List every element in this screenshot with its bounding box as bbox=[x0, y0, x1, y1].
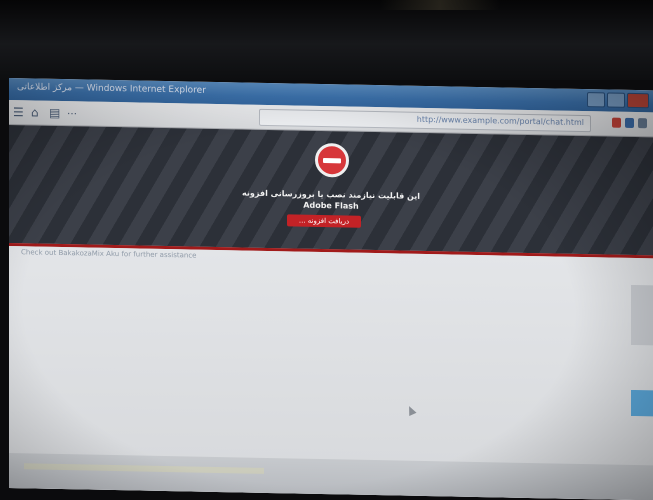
window-title: مرکز اطلاعاتی — Windows Internet Explore… bbox=[17, 82, 206, 96]
favorites-icon[interactable]: ▤ bbox=[49, 106, 60, 120]
close-button[interactable] bbox=[627, 92, 649, 109]
get-plugin-button[interactable]: دریافت افزونه ... bbox=[287, 214, 361, 228]
blocked-icon bbox=[315, 142, 349, 178]
monitor-screen: مرکز اطلاعاتی — Windows Internet Explore… bbox=[9, 78, 653, 500]
address-text: http://www.example.com/portal/chat.html bbox=[416, 114, 584, 128]
side-panel bbox=[631, 284, 653, 346]
flash-required-banner: این قابلیت نیازمند نصب یا بروزرسانی افزو… bbox=[9, 125, 653, 259]
settings-icon[interactable] bbox=[638, 118, 647, 129]
fallback-text[interactable]: Check out BakakozaMix Aku for further as… bbox=[21, 248, 196, 259]
minimize-button[interactable] bbox=[587, 92, 605, 108]
tools-icon[interactable] bbox=[625, 117, 634, 129]
bezel-reflection bbox=[380, 0, 500, 10]
mouse-cursor-icon bbox=[405, 404, 417, 416]
menu-icon[interactable]: ☰ bbox=[13, 105, 24, 119]
more-icon[interactable]: … bbox=[67, 106, 77, 117]
window-controls bbox=[587, 92, 649, 109]
toolbar-icons bbox=[612, 117, 647, 129]
side-panel-accent bbox=[631, 389, 653, 417]
maximize-button[interactable] bbox=[607, 92, 625, 108]
taskbar-item[interactable] bbox=[24, 463, 264, 474]
monitor-bezel bbox=[0, 0, 653, 80]
home-icon[interactable]: ⌂ bbox=[31, 105, 39, 119]
security-icon[interactable] bbox=[612, 117, 621, 128]
address-bar[interactable]: http://www.example.com/portal/chat.html bbox=[259, 108, 591, 133]
